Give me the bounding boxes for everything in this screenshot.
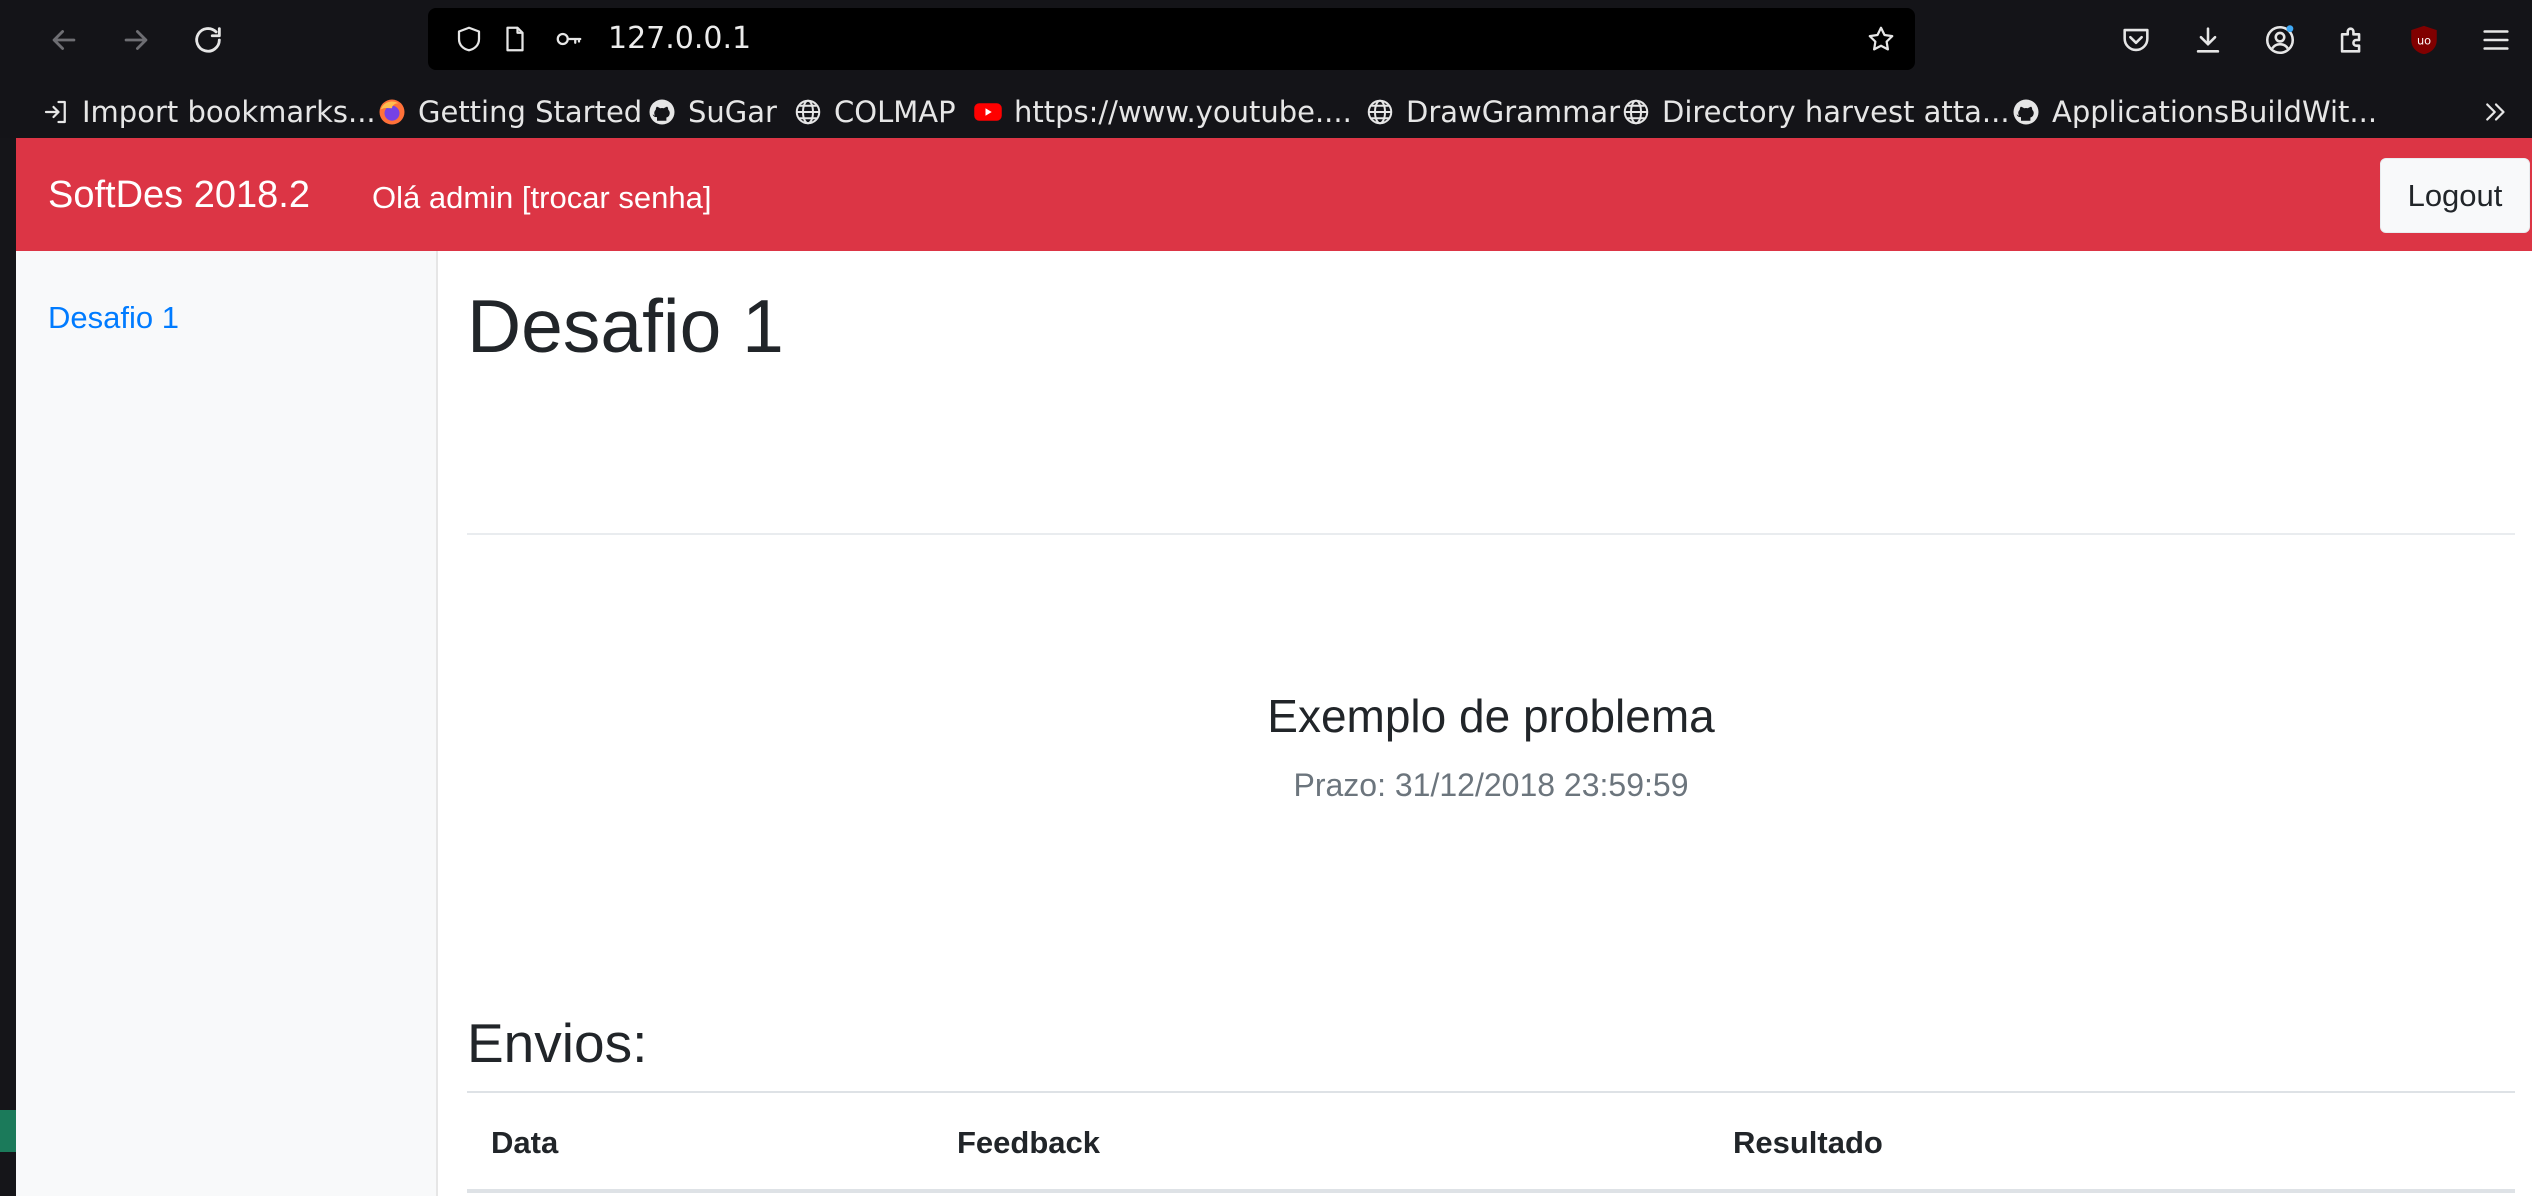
bookmark-label: Directory harvest atta... bbox=[1662, 95, 2010, 129]
bookmark-label: COLMAP bbox=[834, 95, 956, 129]
pocket-button[interactable] bbox=[2110, 14, 2162, 66]
arrow-left-icon bbox=[52, 30, 76, 50]
address-bar[interactable]: 127.0.0.1 bbox=[428, 8, 1915, 70]
submissions-table: Data Feedback Resultado bbox=[467, 1091, 2515, 1193]
deadline-text: Prazo: 31/12/2018 23:59:59 bbox=[1293, 767, 1689, 803]
bookmark-sugar[interactable]: SuGar bbox=[646, 92, 777, 132]
forward-button[interactable] bbox=[110, 14, 162, 66]
sidebar: Desafio 1 bbox=[16, 251, 438, 1196]
download-icon bbox=[2196, 27, 2220, 53]
desktop-edge bbox=[0, 0, 16, 1196]
problem-title: Exemplo de problema bbox=[1267, 690, 1715, 742]
ublock-shield-icon: uo bbox=[2411, 25, 2437, 55]
globe-icon bbox=[1364, 96, 1396, 128]
bookmarks-bar: Import bookmarks... Getting Started SuGa… bbox=[0, 84, 2532, 138]
import-icon bbox=[40, 96, 72, 128]
bookmark-youtube[interactable]: https://www.youtube.... bbox=[972, 92, 1352, 132]
page-icon[interactable] bbox=[496, 20, 534, 58]
browser-toolbar: 127.0.0.1 uo bbox=[0, 0, 2532, 84]
arrow-right-icon bbox=[124, 30, 148, 50]
bookmark-label: ApplicationsBuildWit... bbox=[2052, 95, 2378, 129]
firefox-icon bbox=[376, 96, 408, 128]
chevron-double-right-icon bbox=[2480, 96, 2512, 128]
title-divider bbox=[467, 533, 2515, 535]
menu-button[interactable] bbox=[2470, 14, 2522, 66]
navbar: SoftDes 2018.2 Olá admin [trocar senha] … bbox=[16, 138, 2532, 251]
bookmark-drawgrammar[interactable]: DrawGrammar bbox=[1364, 92, 1620, 132]
user-greeting[interactable]: Olá admin [trocar senha] bbox=[372, 180, 711, 216]
hamburger-icon bbox=[2483, 30, 2509, 50]
puzzle-icon bbox=[2340, 27, 2361, 53]
logout-button[interactable]: Logout bbox=[2380, 158, 2530, 233]
github-icon bbox=[2010, 96, 2042, 128]
key-icon[interactable] bbox=[550, 20, 588, 58]
bookmarks-overflow-button[interactable] bbox=[2480, 92, 2522, 132]
globe-icon bbox=[792, 96, 824, 128]
bookmark-label: Getting Started bbox=[418, 95, 643, 129]
bookmark-label: SuGar bbox=[688, 95, 777, 129]
column-header-data: Data bbox=[467, 1091, 933, 1193]
bookmark-colmap[interactable]: COLMAP bbox=[792, 92, 956, 132]
column-header-feedback: Feedback bbox=[933, 1091, 1709, 1193]
navbar-brand[interactable]: SoftDes 2018.2 bbox=[48, 174, 310, 217]
globe-icon bbox=[1620, 96, 1652, 128]
extensions-button[interactable] bbox=[2326, 14, 2378, 66]
shield-icon[interactable] bbox=[450, 20, 488, 58]
reload-icon bbox=[195, 27, 221, 53]
bookmark-label: Import bookmarks... bbox=[82, 95, 376, 129]
column-header-resultado: Resultado bbox=[1709, 1091, 2515, 1193]
table-header-row: Data Feedback Resultado bbox=[467, 1091, 2515, 1193]
url-text[interactable]: 127.0.0.1 bbox=[608, 21, 751, 56]
account-icon bbox=[2265, 25, 2295, 55]
desktop-edge-accent bbox=[0, 1110, 16, 1152]
bookmark-import[interactable]: Import bookmarks... bbox=[40, 92, 376, 132]
bookmark-directory-harvest[interactable]: Directory harvest atta... bbox=[1620, 92, 2010, 132]
sidebar-item-desafio-1[interactable]: Desafio 1 bbox=[48, 300, 179, 336]
bookmark-applicationsbuild[interactable]: ApplicationsBuildWit... bbox=[2010, 92, 2377, 132]
bookmark-getting-started[interactable]: Getting Started bbox=[376, 92, 642, 132]
back-button[interactable] bbox=[38, 14, 90, 66]
bookmark-star-icon[interactable] bbox=[1862, 20, 1900, 58]
bookmark-label: https://www.youtube.... bbox=[1014, 95, 1352, 129]
account-button[interactable] bbox=[2254, 14, 2306, 66]
downloads-button[interactable] bbox=[2182, 14, 2234, 66]
github-icon bbox=[646, 96, 678, 128]
page-viewport: SoftDes 2018.2 Olá admin [trocar senha] … bbox=[16, 138, 2532, 1196]
svg-text:uo: uo bbox=[2417, 33, 2431, 47]
page-title: Desafio 1 bbox=[467, 284, 784, 368]
youtube-icon bbox=[972, 96, 1004, 128]
bookmark-label: DrawGrammar bbox=[1406, 95, 1621, 129]
reload-button[interactable] bbox=[182, 14, 234, 66]
pocket-icon bbox=[2123, 28, 2149, 52]
ublock-button[interactable]: uo bbox=[2398, 14, 2450, 66]
submissions-heading: Envios: bbox=[467, 1012, 648, 1074]
